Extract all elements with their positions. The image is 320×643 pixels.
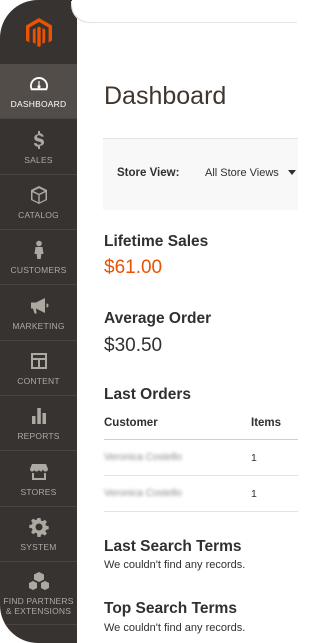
sidebar-item-system[interactable]: SYSTEM xyxy=(0,507,77,562)
sidebar-item-label: SALES xyxy=(24,154,53,165)
layout-icon xyxy=(29,351,49,371)
sidebar-item-catalog[interactable]: CATALOG xyxy=(0,175,77,230)
sidebar-item-reports[interactable]: REPORTS xyxy=(0,396,77,451)
column-header-customer: Customer xyxy=(104,417,158,429)
dashboard-main: Dashboard Store View: All Store Views Li… xyxy=(77,0,298,643)
sidebar-item-label: CATALOG xyxy=(18,209,59,220)
sidebar-item-label: CUSTOMERS xyxy=(10,264,67,275)
megaphone-icon xyxy=(29,296,49,316)
sidebar-item-marketing[interactable]: MARKETING xyxy=(0,286,77,341)
sidebar-item-customers[interactable]: CUSTOMERS xyxy=(0,230,77,285)
sidebar-item-label: CONTENT xyxy=(17,375,60,386)
person-icon xyxy=(29,240,49,260)
boxes-icon xyxy=(28,571,49,591)
bar-chart-icon xyxy=(29,406,49,426)
lifetime-sales-label: Lifetime Sales xyxy=(104,233,209,250)
average-order-value: $30.50 xyxy=(104,335,163,356)
store-view-select[interactable]: All Store Views xyxy=(205,167,279,179)
table-row[interactable]: Veronica Costello 1 xyxy=(104,440,298,476)
dollar-icon xyxy=(29,130,49,150)
top-search-terms-empty: We couldn't find any records. xyxy=(104,622,246,634)
last-orders-title: Last Orders xyxy=(104,386,192,403)
customer-name: Veronica Costello xyxy=(104,452,182,463)
device-notch xyxy=(72,0,298,22)
column-header-items: Items xyxy=(251,417,282,429)
speedometer-icon xyxy=(29,74,49,94)
sidebar-item-dashboard[interactable]: DASHBOARD xyxy=(0,64,77,119)
table-row[interactable]: Veronica Costello 1 xyxy=(104,476,298,512)
sidebar-item-content[interactable]: CONTENT xyxy=(0,341,77,396)
storefront-icon xyxy=(29,462,49,482)
sidebar-item-stores[interactable]: STORES xyxy=(0,452,77,507)
gear-icon xyxy=(28,517,49,537)
top-search-terms-title: Top Search Terms xyxy=(104,600,237,617)
sidebar-item-label: STORES xyxy=(20,486,57,497)
admin-sidebar: DASHBOARD SALES CATALOG CUSTOMERS MARKET xyxy=(0,0,77,643)
chevron-down-icon[interactable] xyxy=(288,170,296,175)
last-orders-table: Customer Items Veronica Costello 1 Veron… xyxy=(104,411,298,512)
sidebar-item-label: SYSTEM xyxy=(20,541,57,552)
lifetime-sales-value: $61.00 xyxy=(104,257,163,278)
cube-icon xyxy=(29,185,49,205)
sidebar-item-sales[interactable]: SALES xyxy=(0,120,77,175)
average-order-label: Average Order xyxy=(104,310,212,327)
magento-logo-icon xyxy=(25,18,52,47)
store-view-bar: Store View: All Store Views xyxy=(103,138,298,210)
sidebar-item-find-partners[interactable]: FIND PARTNERS & EXTENSIONS xyxy=(0,563,77,625)
customer-name: Veronica Costello xyxy=(104,488,182,499)
sidebar-item-label: MARKETING xyxy=(12,320,65,331)
last-search-terms-title: Last Search Terms xyxy=(104,538,242,555)
page-title: Dashboard xyxy=(104,82,227,110)
logo[interactable] xyxy=(0,0,77,62)
last-search-terms-empty: We couldn't find any records. xyxy=(104,559,246,571)
items-count: 1 xyxy=(251,488,257,500)
items-count: 1 xyxy=(251,452,257,464)
sidebar-item-label: DASHBOARD xyxy=(10,98,67,109)
table-header: Customer Items xyxy=(104,411,298,440)
store-view-label: Store View: xyxy=(117,167,180,179)
sidebar-item-label: REPORTS xyxy=(17,430,60,441)
sidebar-item-label: FIND PARTNERS & EXTENSIONS xyxy=(3,596,74,616)
device-frame: DASHBOARD SALES CATALOG CUSTOMERS MARKET xyxy=(0,0,298,643)
